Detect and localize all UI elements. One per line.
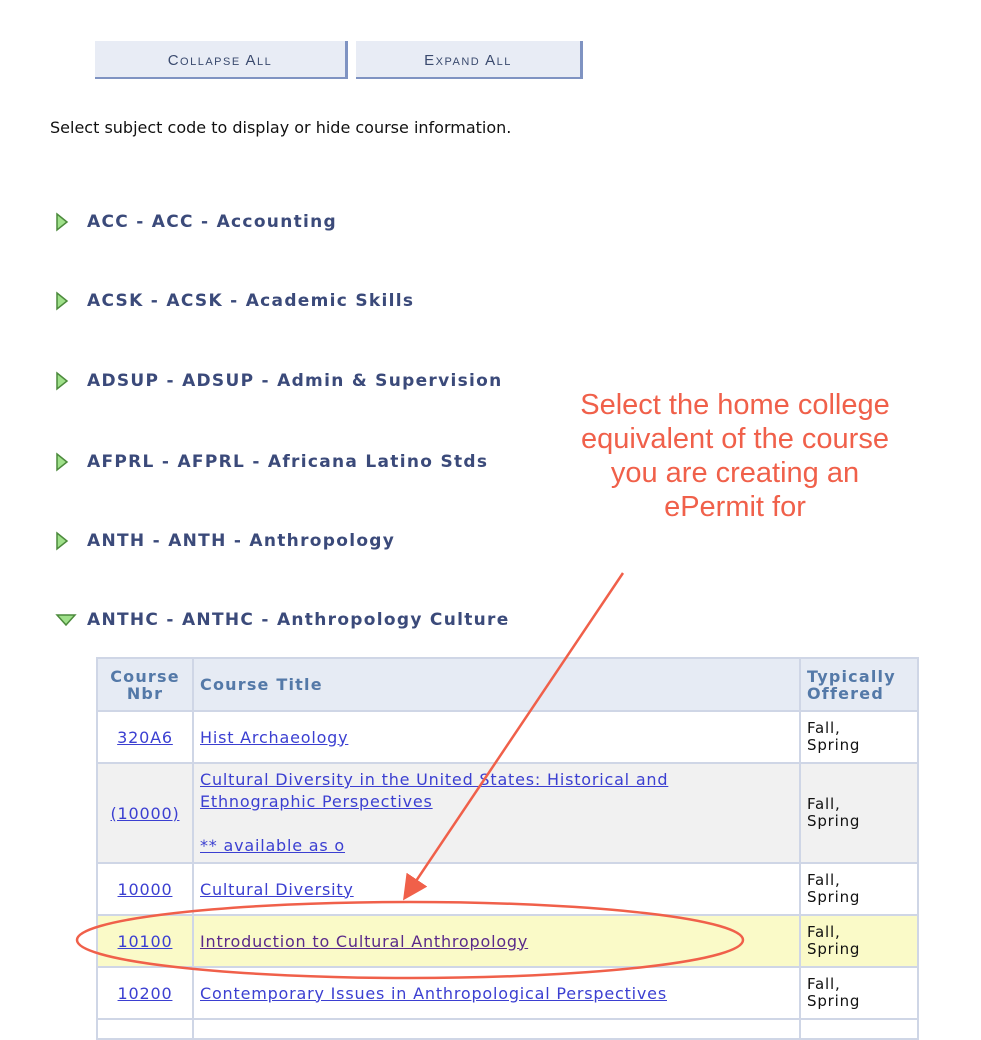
- title-line: Ethnographic Perspectives: [200, 792, 433, 811]
- table-header-row: Course Nbr Course Title Typically Offere…: [96, 657, 919, 712]
- course-nbr-cell: 10100: [96, 914, 194, 968]
- course-nbr-link[interactable]: 10200: [118, 984, 173, 1003]
- expand-triangle-icon: [55, 212, 77, 232]
- course-title-cell: Hist Archaeology: [192, 710, 801, 764]
- empty-cell: [96, 1018, 194, 1040]
- table-row: 10200 Contemporary Issues in Anthropolog…: [96, 966, 919, 1020]
- course-title-cell: Introduction to Cultural Anthropology: [192, 914, 801, 968]
- course-nbr-link[interactable]: 320A6: [117, 728, 173, 747]
- offered-text: Fall,: [807, 719, 841, 737]
- course-note-link[interactable]: ** available as o: [200, 836, 345, 855]
- subject-acsk[interactable]: ACSK - ACSK - Academic Skills: [55, 291, 414, 311]
- offered-cell: Fall, Spring: [799, 762, 919, 864]
- course-title-link[interactable]: Cultural Diversity in the United States:…: [200, 770, 668, 811]
- expand-triangle-icon: [55, 531, 77, 551]
- course-title-link[interactable]: Contemporary Issues in Anthropological P…: [200, 984, 667, 1003]
- offered-text: Fall,: [807, 795, 841, 813]
- offered-text: Fall,: [807, 871, 841, 889]
- table-row: (10000) Cultural Diversity in the United…: [96, 762, 919, 864]
- collapse-all-button[interactable]: Collapse All: [95, 41, 348, 79]
- annotation-callout-text: Select the home college equivalent of th…: [580, 389, 890, 523]
- header-course-title: Course Title: [192, 657, 801, 712]
- course-title-cell: Cultural Diversity: [192, 862, 801, 916]
- course-title-cell: Contemporary Issues in Anthropological P…: [192, 966, 801, 1020]
- offered-text: Fall,: [807, 975, 841, 993]
- offered-text: Spring: [807, 888, 861, 906]
- course-nbr-cell: 320A6: [96, 710, 194, 764]
- course-nbr-cell: (10000): [96, 762, 194, 864]
- header-typically-offered: Typically Offered: [799, 657, 919, 712]
- expand-triangle-icon: [55, 291, 77, 311]
- subject-label: ADSUP - ADSUP - Admin & Supervision: [87, 371, 503, 391]
- course-nbr-link[interactable]: (10000): [111, 804, 180, 823]
- course-title-link[interactable]: Hist Archaeology: [200, 728, 348, 747]
- offered-text: Spring: [807, 736, 861, 754]
- offered-text: Fall,: [807, 923, 841, 941]
- collapse-triangle-icon: [55, 610, 79, 630]
- subject-label: AFPRL - AFPRL - Africana Latino Stds: [87, 452, 489, 472]
- subject-label: ANTHC - ANTHC - Anthropology Culture: [87, 610, 510, 630]
- offered-cell: Fall, Spring: [799, 914, 919, 968]
- course-nbr-link[interactable]: 10000: [118, 880, 173, 899]
- course-title-link[interactable]: Cultural Diversity: [200, 880, 354, 899]
- course-table: Course Nbr Course Title Typically Offere…: [96, 657, 919, 1040]
- offered-cell: Fall, Spring: [799, 710, 919, 764]
- subject-label: ACC - ACC - Accounting: [87, 212, 338, 232]
- table-row-partial: [96, 1018, 919, 1040]
- offered-text: Spring: [807, 812, 861, 830]
- offered-text: Spring: [807, 992, 861, 1010]
- subject-anthc[interactable]: ANTHC - ANTHC - Anthropology Culture: [55, 610, 510, 630]
- expand-triangle-icon: [55, 371, 77, 391]
- table-row-highlighted: 10100 Introduction to Cultural Anthropol…: [96, 914, 919, 968]
- offered-cell: Fall, Spring: [799, 862, 919, 916]
- offered-text: Spring: [807, 940, 861, 958]
- expand-triangle-icon: [55, 452, 77, 472]
- course-nbr-cell: 10000: [96, 862, 194, 916]
- subject-anth[interactable]: ANTH - ANTH - Anthropology: [55, 531, 395, 551]
- subject-adsup[interactable]: ADSUP - ADSUP - Admin & Supervision: [55, 371, 503, 391]
- offered-cell: Fall, Spring: [799, 966, 919, 1020]
- table-row: 10000 Cultural Diversity Fall, Spring: [96, 862, 919, 916]
- header-text: Offered: [807, 683, 884, 703]
- header-text: Nbr: [126, 683, 164, 703]
- subject-acc[interactable]: ACC - ACC - Accounting: [55, 212, 337, 232]
- empty-cell: [192, 1018, 801, 1040]
- instructions-text: Select subject code to display or hide c…: [50, 118, 512, 137]
- expand-all-button[interactable]: Expand All: [356, 41, 583, 79]
- subject-label: ANTH - ANTH - Anthropology: [87, 531, 396, 551]
- table-row: 320A6 Hist Archaeology Fall, Spring: [96, 710, 919, 764]
- subject-label: ACSK - ACSK - Academic Skills: [87, 291, 415, 311]
- course-nbr-cell: 10200: [96, 966, 194, 1020]
- header-course-nbr: Course Nbr: [96, 657, 194, 712]
- subject-afprl[interactable]: AFPRL - AFPRL - Africana Latino Stds: [55, 452, 488, 472]
- course-nbr-link[interactable]: 10100: [118, 932, 173, 951]
- course-title-cell: Cultural Diversity in the United States:…: [192, 762, 801, 864]
- course-title-link[interactable]: Introduction to Cultural Anthropology: [200, 932, 528, 951]
- title-line: Cultural Diversity in the United States:…: [200, 770, 669, 789]
- empty-cell: [799, 1018, 919, 1040]
